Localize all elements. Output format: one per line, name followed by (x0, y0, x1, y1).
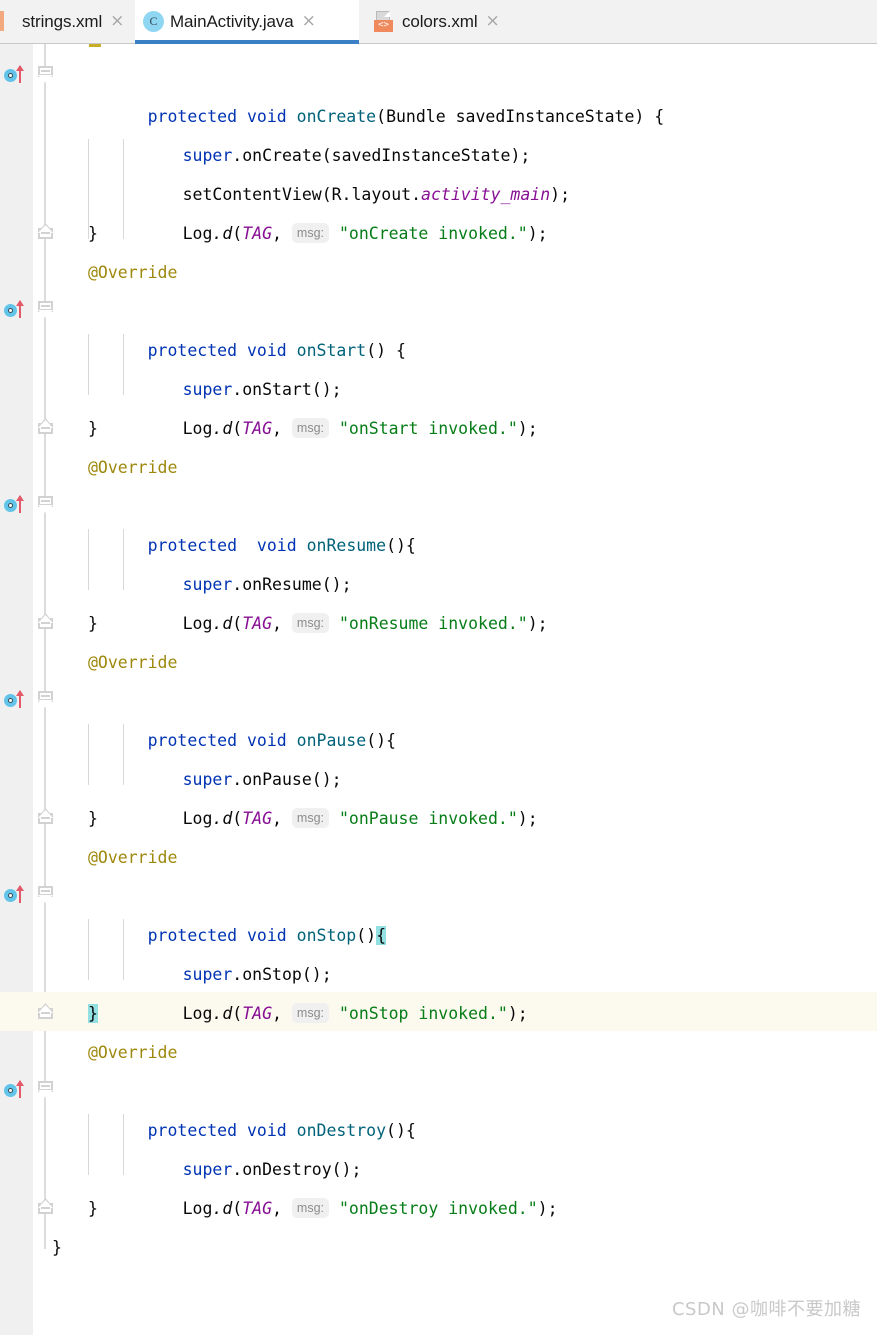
close-icon[interactable]: × (302, 13, 316, 30)
code-line[interactable]: Log.d(TAG, msg: "onCreate invoked."); (0, 175, 877, 243)
tab-label: MainActivity.java (170, 11, 294, 31)
tab-mainactivity-java[interactable]: C MainActivity.java × (135, 0, 359, 44)
tab-strings-xml[interactable]: strings.xml × (8, 0, 130, 43)
code-line[interactable]: protected void onStart() { (0, 292, 877, 360)
code-line[interactable]: super.onPause(); (0, 721, 877, 789)
code-line[interactable]: protected void onStop(){ (0, 877, 877, 945)
token-annotation: @Override (88, 653, 178, 672)
cut-off-file-icon (0, 11, 4, 31)
code-line[interactable]: setContentView(R.layout.activity_main); (0, 136, 877, 204)
code-line[interactable]: } (0, 799, 877, 838)
token-brace: } (88, 1199, 98, 1218)
token-annotation: @Override (88, 458, 178, 477)
close-icon[interactable]: × (110, 13, 124, 30)
code-line[interactable]: } (0, 214, 877, 253)
code-line[interactable]: protected void onPause(){ (0, 682, 877, 750)
close-icon[interactable]: × (486, 13, 500, 30)
code-line[interactable]: super.onCreate(savedInstanceState); (0, 97, 877, 165)
code-line[interactable]: } (0, 994, 877, 1033)
watermark: CSDN @咖啡不要加糖 (671, 1299, 861, 1320)
code-line[interactable]: @Override (0, 1033, 877, 1072)
token-annotation: @Override (88, 263, 178, 282)
code-line[interactable]: protected void onDestroy(){ (0, 1072, 877, 1140)
java-class-icon: C (143, 11, 164, 32)
tab-colors-xml[interactable]: <> colors.xml × (366, 0, 516, 43)
token-brace: } (88, 224, 98, 243)
code-line[interactable]: Log.d(TAG, msg: "onResume invoked."); (0, 565, 877, 633)
code-line[interactable]: } (0, 604, 877, 643)
code-line[interactable]: super.onStart(); (0, 331, 877, 399)
clipped-annotation-sliver (89, 44, 101, 47)
xml-badge: <> (374, 19, 393, 32)
code-line[interactable]: @Override (0, 448, 877, 487)
code-line[interactable]: @Override (0, 838, 877, 877)
code-line[interactable]: super.onDestroy(); (0, 1111, 877, 1179)
code-line[interactable]: super.onStop(); (0, 916, 877, 984)
token-brace: } (88, 614, 98, 633)
code-line[interactable]: protected void onResume(){ (0, 487, 877, 555)
code-editor[interactable]: protected void onCreate(Bundle savedInst… (0, 44, 877, 1335)
code-line[interactable]: super.onResume(); (0, 526, 877, 594)
tab-label: strings.xml (22, 11, 103, 31)
matched-brace-highlight: } (88, 1004, 98, 1023)
token-annotation: @Override (88, 1043, 178, 1062)
token-annotation: @Override (88, 848, 178, 867)
code-line[interactable]: Log.d(TAG, msg: "onDestroy invoked."); (0, 1150, 877, 1218)
editor-tab-bar: strings.xml × C MainActivity.java × <> c… (0, 0, 877, 44)
xml-resource-icon: <> (374, 10, 396, 33)
code-line[interactable]: } (0, 1189, 877, 1228)
tab-label: colors.xml (402, 11, 478, 31)
code-line[interactable]: Log.d(TAG, msg: "onStop invoked."); (0, 955, 877, 1023)
code-line[interactable]: @Override (0, 253, 877, 292)
token-brace: } (88, 419, 98, 438)
code-line[interactable]: protected void onCreate(Bundle savedInst… (0, 58, 877, 126)
token-brace: } (52, 1238, 62, 1257)
token-brace: } (88, 809, 98, 828)
code-line[interactable]: @Override (0, 643, 877, 682)
code-line[interactable]: } (0, 1228, 877, 1267)
code-line[interactable]: Log.d(TAG, msg: "onStart invoked."); (0, 370, 877, 438)
code-line[interactable]: } (0, 409, 877, 448)
code-line[interactable]: Log.d(TAG, msg: "onPause invoked."); (0, 760, 877, 828)
